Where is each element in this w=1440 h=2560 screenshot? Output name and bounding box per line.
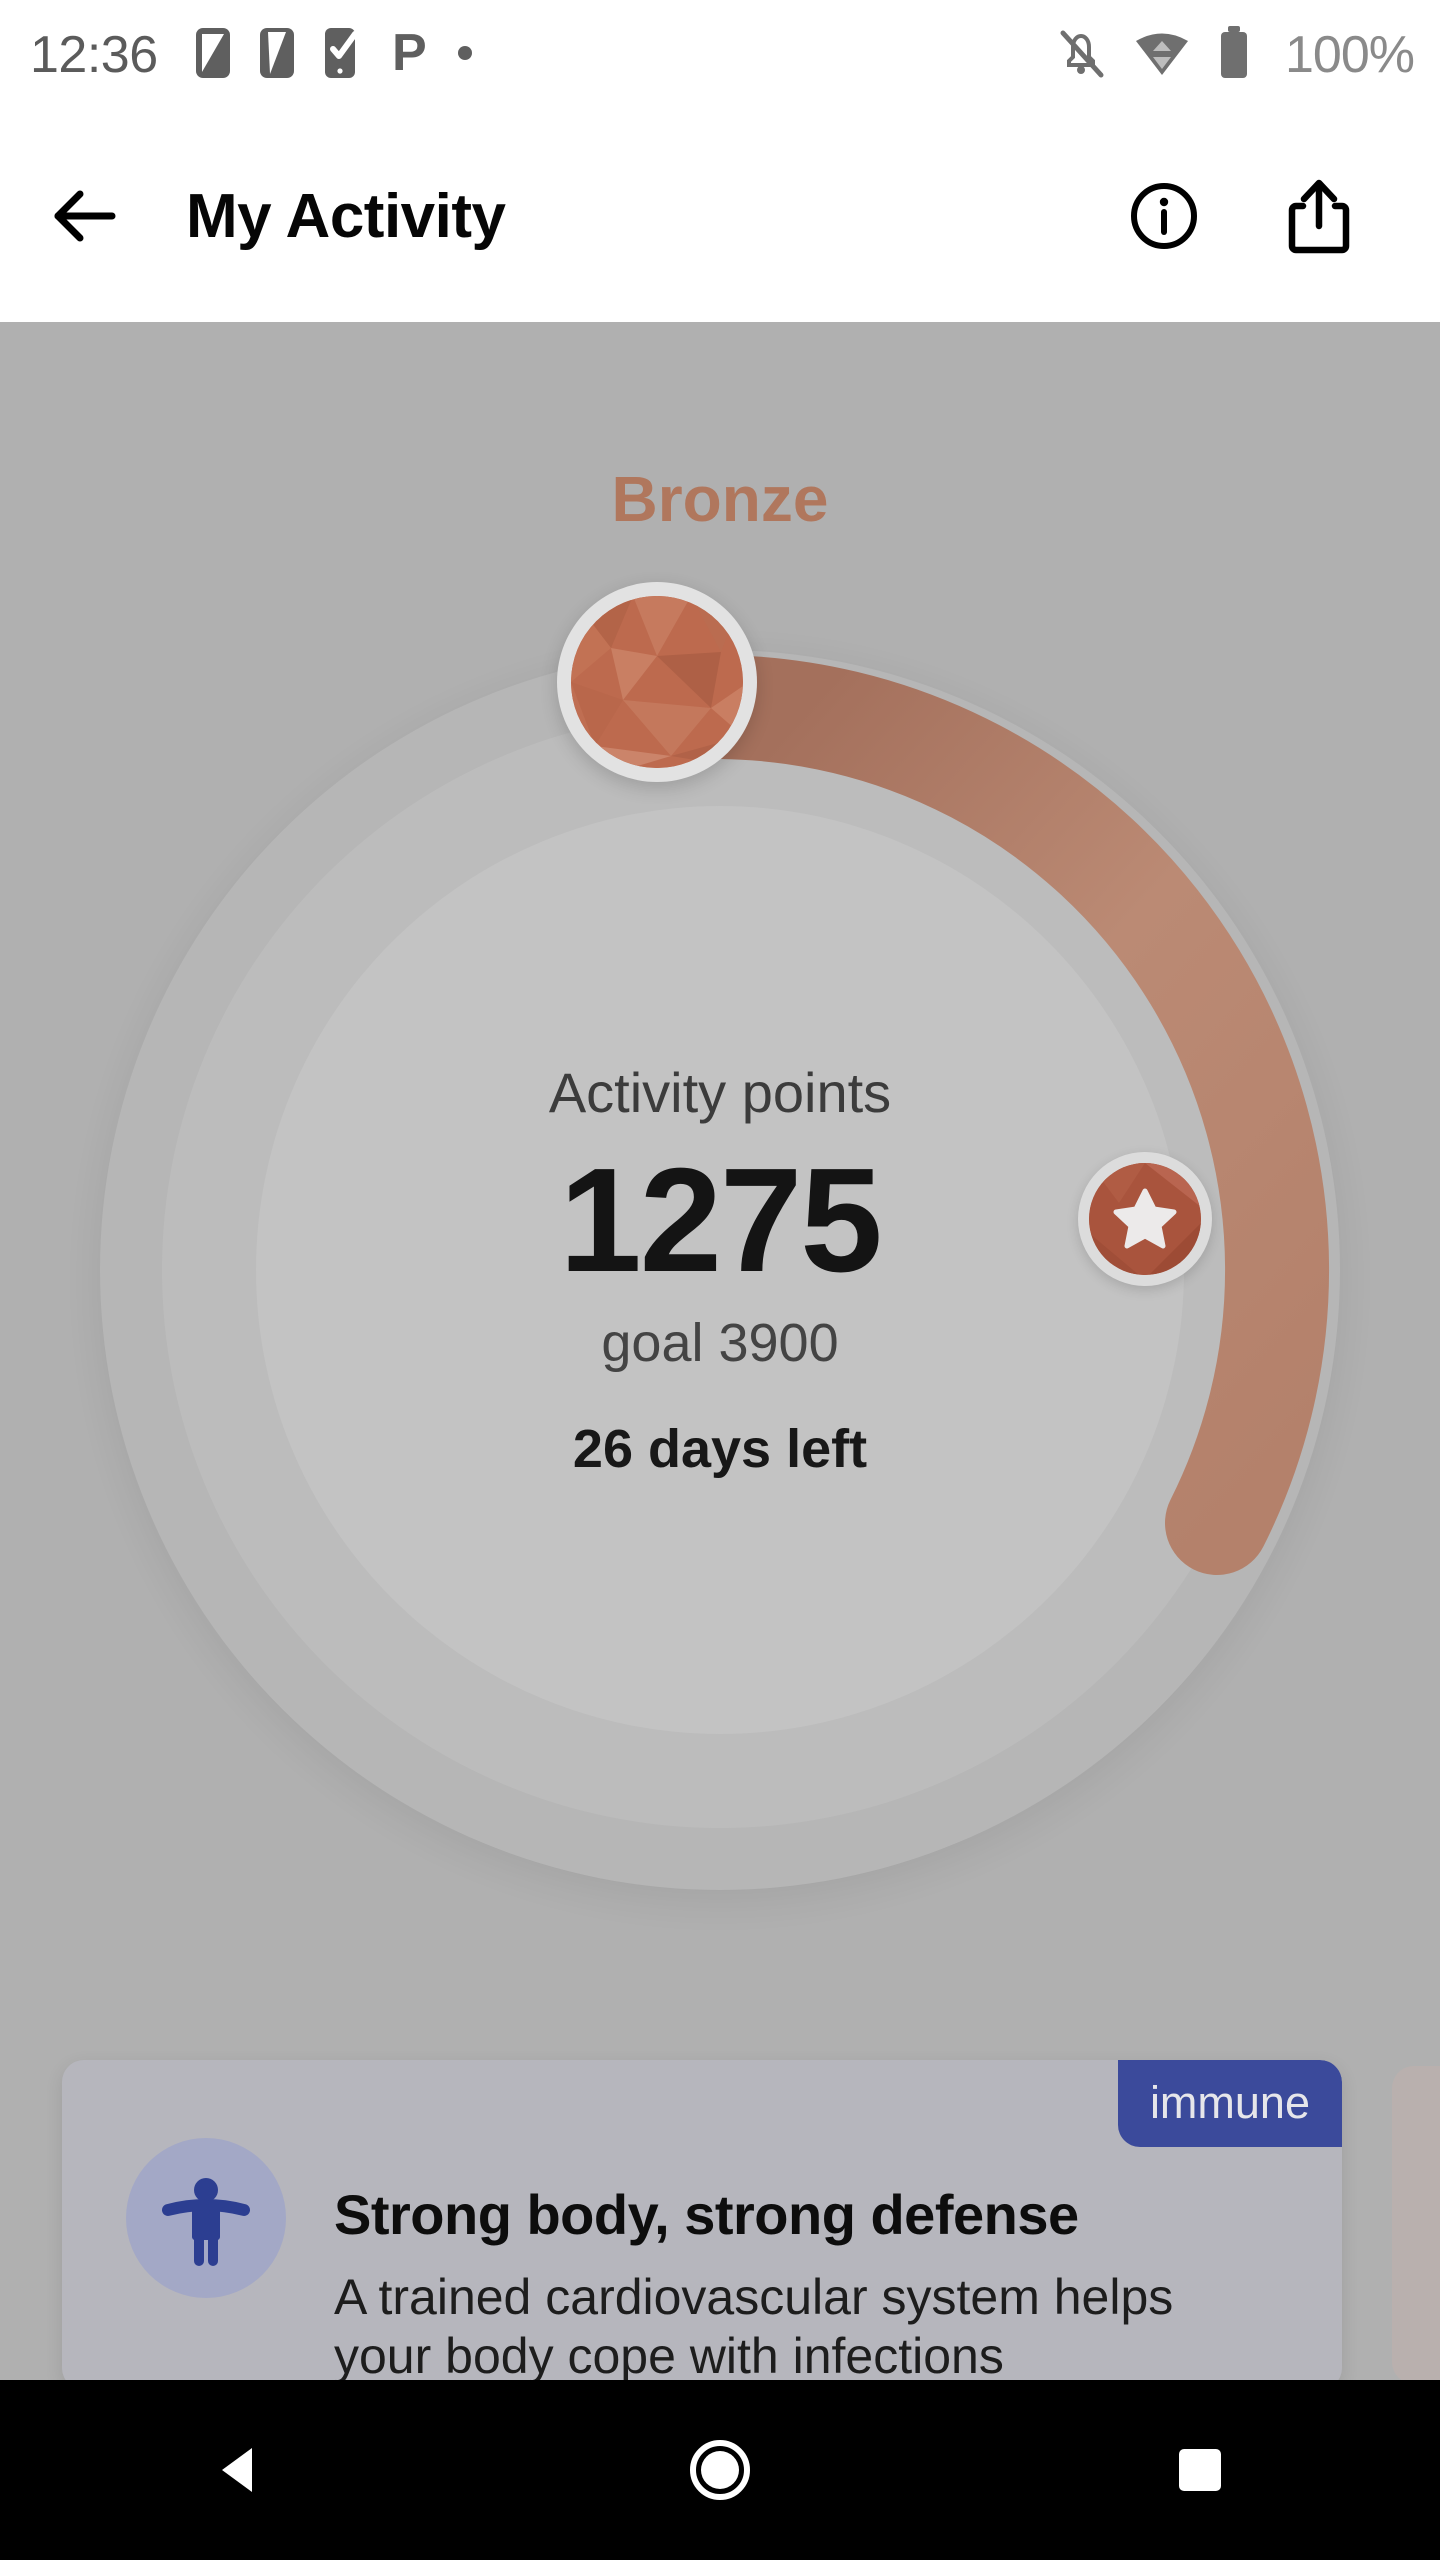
days-left-label: 26 days left — [572, 1419, 868, 1480]
star-milestone-badge[interactable] — [1078, 1152, 1212, 1286]
info-circle-icon — [1131, 183, 1197, 249]
insight-card[interactable]: immune Strong body, strong defense A tra… — [62, 2060, 1342, 2380]
wifi-icon — [1133, 29, 1191, 82]
bronze-medal-icon — [571, 596, 743, 768]
arrow-back-icon — [54, 190, 116, 242]
nav-recents-square-icon — [1179, 2449, 1221, 2491]
nav-back-button[interactable] — [140, 2380, 340, 2560]
share-button[interactable] — [1282, 176, 1356, 256]
back-button[interactable] — [46, 178, 122, 254]
activity-goal-label: goal 3900 — [601, 1313, 839, 1374]
phone-check-icon — [322, 25, 364, 86]
ring-center-stats: Activity points 1275 goal 3900 26 days l… — [256, 806, 1184, 1734]
app-bar-actions — [1126, 176, 1356, 256]
parking-p-icon: P — [390, 24, 430, 85]
status-bar-clock: 12:36 — [30, 26, 158, 84]
nav-home-circle-icon — [690, 2440, 750, 2500]
phone-icon — [194, 26, 232, 85]
insight-card-body: A trained cardiovascular system helps yo… — [334, 2269, 1174, 2380]
accessibility-person-icon — [126, 2138, 286, 2298]
dot-icon — [456, 44, 474, 67]
android-navigation-bar — [0, 2380, 1440, 2560]
status-bar: 12:36 P 100% — [0, 0, 1440, 110]
bronze-medal-badge[interactable] — [557, 582, 757, 782]
insight-card-next-peek[interactable] — [1392, 2066, 1440, 2380]
activity-points-label: Activity points — [548, 1060, 892, 1124]
tier-label: Bronze — [611, 463, 829, 535]
status-bar-notification-icons: P — [194, 24, 474, 86]
nav-back-triangle-icon — [222, 2448, 252, 2492]
battery-percent-label: 100% — [1285, 26, 1415, 84]
share-icon — [1288, 179, 1350, 254]
activity-points-value: 1275 — [559, 1137, 882, 1303]
star-badge-icon — [1089, 1163, 1201, 1275]
nav-recents-button[interactable] — [1100, 2380, 1300, 2560]
page-title: My Activity — [186, 181, 506, 251]
info-button[interactable] — [1126, 178, 1202, 254]
insight-card-title: Strong body, strong defense — [334, 2183, 1079, 2246]
activity-stage: Bronze Activity points 1275 goal 3900 26… — [0, 322, 1440, 2380]
notifications-off-icon — [1055, 25, 1107, 86]
nav-home-button[interactable] — [620, 2380, 820, 2560]
phone-icon — [258, 26, 296, 85]
app-bar: My Activity — [0, 110, 1440, 322]
battery-full-icon — [1217, 25, 1251, 86]
insight-card-carousel[interactable]: immune Strong body, strong defense A tra… — [0, 2060, 1440, 2380]
status-badge: immune — [1117, 2060, 1342, 2147]
status-bar-system-icons: 100% — [1055, 25, 1415, 86]
svg-text:P: P — [392, 26, 427, 80]
activity-progress-ring[interactable]: Activity points 1275 goal 3900 26 days l… — [70, 582, 1370, 1920]
